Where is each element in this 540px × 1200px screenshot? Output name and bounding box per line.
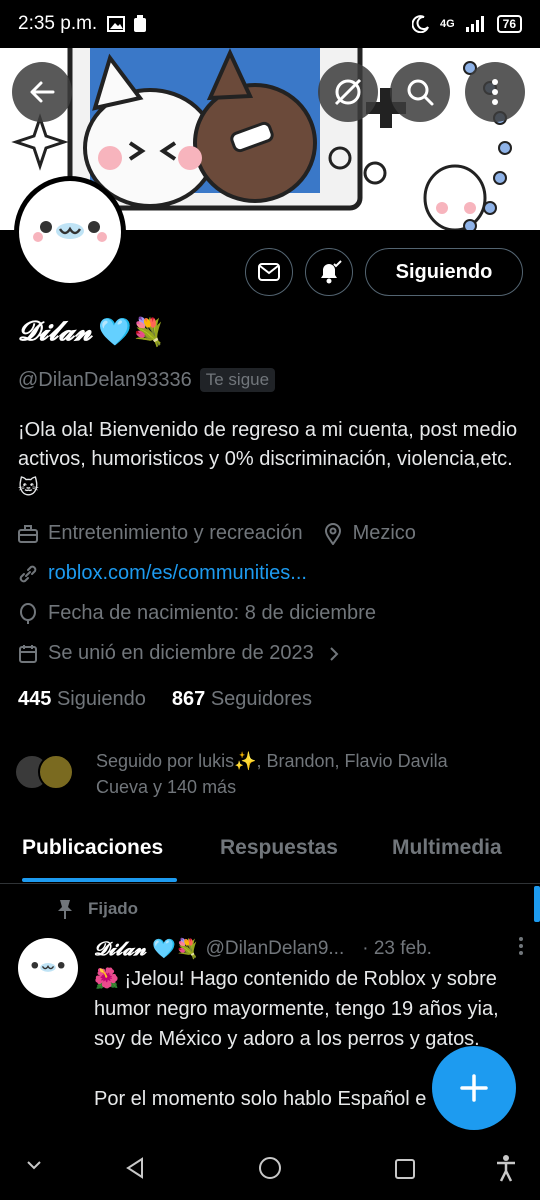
calendar-icon [19,644,37,663]
birthday-text: Fecha de nacimiento: 8 de diciembre [48,602,376,624]
follows-you-badge: Te sigue [199,368,276,392]
joined-text: Se unió en diciembre de 2023 [48,642,314,664]
followers-count: 867 [171,688,206,710]
active-tab-indicator [22,878,177,882]
triangle-back-icon [126,1157,143,1179]
accessibility-icon [497,1155,515,1182]
profile-handle: @DilanDelan93336 [18,368,192,391]
tab-multimedia[interactable]: Multimedia [392,836,502,860]
square-recents-icon [395,1159,415,1179]
followed-by-avatars [14,748,86,790]
pinned-label: Fijado [56,898,138,920]
profile-name: 𝓓𝓲𝓵𝓪𝓷 🩵💐 [18,316,166,348]
avatar-face-icon [31,961,65,972]
followed-by-text: Seguido por lukis✨, Brandon, Flavio Davi… [96,751,448,797]
battery-indicator: 76 [496,15,522,33]
grok-button[interactable] [318,62,378,122]
more-vertical-icon [519,937,523,955]
nav-hide-button[interactable] [26,1158,42,1176]
location-text: Mezico [352,522,416,544]
pinned-text: Fijado [88,899,139,918]
location-pin-icon [324,522,341,545]
status-time: 2:35 p.m. [18,13,98,34]
status-right: 4G 76 [411,15,522,33]
balloon-icon [20,602,36,624]
profile-category: Entretenimiento y recreación Mezico [18,522,416,545]
do-not-disturb-icon [411,15,429,33]
nav-back-button[interactable] [124,1156,146,1185]
post-author-avatar[interactable] [18,938,78,998]
tab-respuestas[interactable]: Respuestas [220,836,338,860]
profile-birthday: Fecha de nacimiento: 8 de diciembre [18,602,376,625]
profile-tabs: Publicaciones Respuestas Multimedia [0,826,540,884]
followers-label: Seguidores [210,688,313,710]
system-nav-bar [0,1140,540,1200]
link-icon [19,565,37,582]
website-link[interactable]: roblox.com/es/communities... [48,562,307,585]
plus-icon [460,1074,488,1102]
follow-counts: 445 Siguiendo 867 Seguidores [18,688,312,711]
following-count-link[interactable]: 445 Siguiendo [18,688,146,711]
profile-website[interactable]: roblox.com/es/communities... [18,562,307,585]
profile-joined[interactable]: Se unió en diciembre de 2023 [18,642,344,665]
followers-count-link[interactable]: 867 Seguidores [172,688,312,711]
notifications-button[interactable] [305,248,353,296]
profile-name-text: 𝓓𝓲𝓵𝓪𝓷 [18,316,93,347]
tab-publicaciones[interactable]: Publicaciones [22,836,163,860]
more-vertical-icon [492,79,498,105]
nav-home-button[interactable] [258,1156,282,1185]
post-author-emoji: 🩵💐 [152,939,200,960]
following-count: 445 [18,688,52,710]
post-more-button[interactable] [518,936,524,962]
compose-button[interactable] [432,1046,516,1130]
avatar-face-icon [33,221,107,242]
image-notification-icon [107,16,126,32]
envelope-icon [258,263,280,281]
handle-row: @DilanDelan93336 Te sigue [18,368,276,392]
signal-icon [465,16,484,32]
post-author-name[interactable]: 𝓓𝓲𝓵𝓪𝓷 [94,938,146,960]
pin-icon [58,900,72,919]
avatar [38,754,74,790]
category-text: Entretenimiento y recreación [48,522,303,544]
nav-accessibility-button[interactable] [494,1154,518,1187]
arrow-left-icon [30,81,55,103]
post-author-handle[interactable]: @DilanDelan9... [206,938,345,960]
post-header: 𝓓𝓲𝓵𝓪𝓷 🩵💐 @DilanDelan9... · 23 feb. [94,936,524,962]
profile-bio: ¡Ola ola! Bienvenido de regreso a mi cue… [18,419,518,499]
message-button[interactable] [245,248,293,296]
post-text-paragraph: 🌺 ¡Jelou! Hago contenido de Roblox y sob… [94,968,499,1050]
network-label: 4G [439,18,455,30]
chevron-right-icon [330,646,339,661]
status-bar: 2:35 p.m. 4G 76 [0,0,540,48]
followed-by[interactable]: Seguido por lukis✨, Brandon, Flavio Davi… [14,748,496,800]
more-options-button[interactable] [465,62,525,122]
nav-recents-button[interactable] [394,1158,416,1185]
sim-notification-icon [134,15,147,32]
profile-name-emoji: 🩵💐 [98,317,166,348]
profile-avatar[interactable] [14,176,126,288]
briefcase-icon [18,524,38,543]
status-notification-icons [107,15,147,33]
slash-circle-icon [334,78,362,106]
following-label: Siguiendo [56,688,146,710]
back-button[interactable] [12,62,72,122]
search-button[interactable] [390,62,450,122]
scrollbar[interactable] [534,886,540,922]
circle-home-icon [259,1157,281,1179]
post-date[interactable]: · 23 feb. [362,938,432,960]
following-button[interactable]: Siguiendo [365,248,523,296]
chevron-down-icon [27,1161,41,1170]
bell-check-icon [321,260,342,284]
search-icon [407,79,434,106]
